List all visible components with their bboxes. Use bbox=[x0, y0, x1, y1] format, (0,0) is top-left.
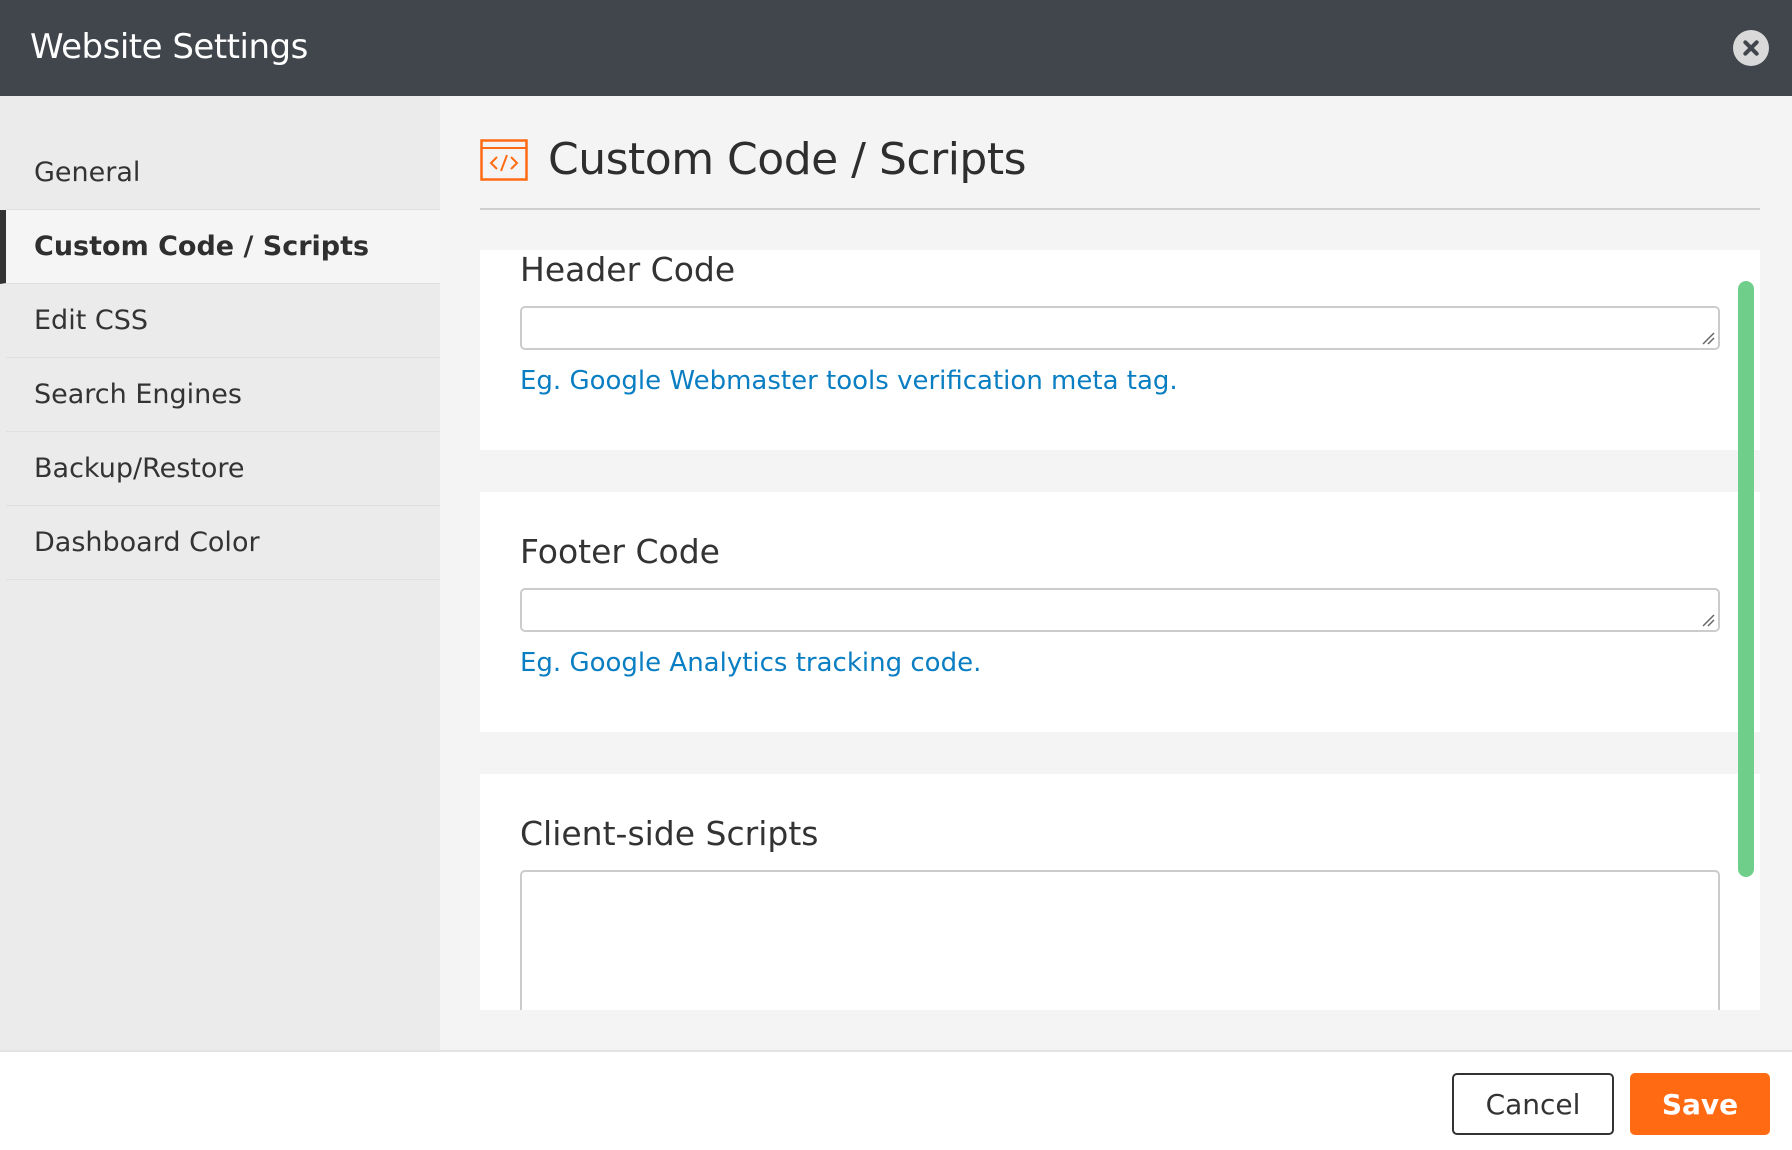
sidebar-item-search-engines[interactable]: Search Engines bbox=[6, 358, 440, 432]
header-code-input[interactable] bbox=[520, 306, 1720, 350]
page-header: Custom Code / Scripts bbox=[480, 96, 1760, 210]
header-code-card: Header Code Eg. Google Webmaster tools v… bbox=[480, 250, 1760, 450]
page-title: Custom Code / Scripts bbox=[548, 134, 1027, 185]
sidebar-item-label: Edit CSS bbox=[34, 305, 148, 336]
sidebar-item-edit-css[interactable]: Edit CSS bbox=[6, 284, 440, 358]
footer-code-input[interactable] bbox=[520, 588, 1720, 632]
sidebar-item-label: Search Engines bbox=[34, 379, 242, 410]
footer-code-card: Footer Code Eg. Google Analytics trackin… bbox=[480, 492, 1760, 732]
footer-code-hint: Eg. Google Analytics tracking code. bbox=[520, 648, 982, 678]
resize-grip-icon[interactable] bbox=[1701, 613, 1715, 627]
close-icon[interactable] bbox=[1733, 30, 1769, 66]
cancel-button[interactable]: Cancel bbox=[1452, 1073, 1614, 1135]
scrollbar-thumb[interactable] bbox=[1738, 281, 1754, 877]
sidebar-item-custom-code[interactable]: Custom Code / Scripts bbox=[0, 210, 440, 284]
client-scripts-input[interactable] bbox=[520, 870, 1720, 1010]
sidebar-item-backup-restore[interactable]: Backup/Restore bbox=[6, 432, 440, 506]
sidebar-item-label: Dashboard Color bbox=[34, 527, 260, 558]
dialog-title: Website Settings bbox=[30, 27, 308, 67]
header-code-hint: Eg. Google Webmaster tools verification … bbox=[520, 366, 1178, 396]
client-scripts-card: Client-side Scripts bbox=[480, 774, 1760, 1010]
settings-sidebar: General Custom Code / Scripts Edit CSS S… bbox=[0, 96, 440, 1050]
settings-scroll-area: Header Code Eg. Google Webmaster tools v… bbox=[480, 250, 1760, 1010]
sidebar-item-label: Custom Code / Scripts bbox=[34, 231, 370, 262]
dialog-footer: Cancel Save bbox=[0, 1050, 1792, 1150]
main-panel: Custom Code / Scripts Header Code Eg. Go… bbox=[440, 96, 1792, 1050]
code-icon bbox=[480, 139, 528, 181]
website-settings-dialog: Website Settings General Custom Code / S… bbox=[0, 0, 1792, 1150]
dialog-header: Website Settings bbox=[0, 0, 1792, 96]
resize-grip-icon[interactable] bbox=[1701, 331, 1715, 345]
sidebar-item-label: General bbox=[34, 157, 141, 188]
sidebar-item-general[interactable]: General bbox=[6, 136, 440, 210]
save-button[interactable]: Save bbox=[1630, 1073, 1770, 1135]
sidebar-item-dashboard-color[interactable]: Dashboard Color bbox=[6, 506, 440, 580]
footer-code-label: Footer Code bbox=[520, 532, 720, 571]
sidebar-nav: General Custom Code / Scripts Edit CSS S… bbox=[0, 136, 440, 580]
sidebar-item-label: Backup/Restore bbox=[34, 453, 245, 484]
header-code-label: Header Code bbox=[520, 250, 736, 289]
client-scripts-label: Client-side Scripts bbox=[520, 814, 819, 853]
